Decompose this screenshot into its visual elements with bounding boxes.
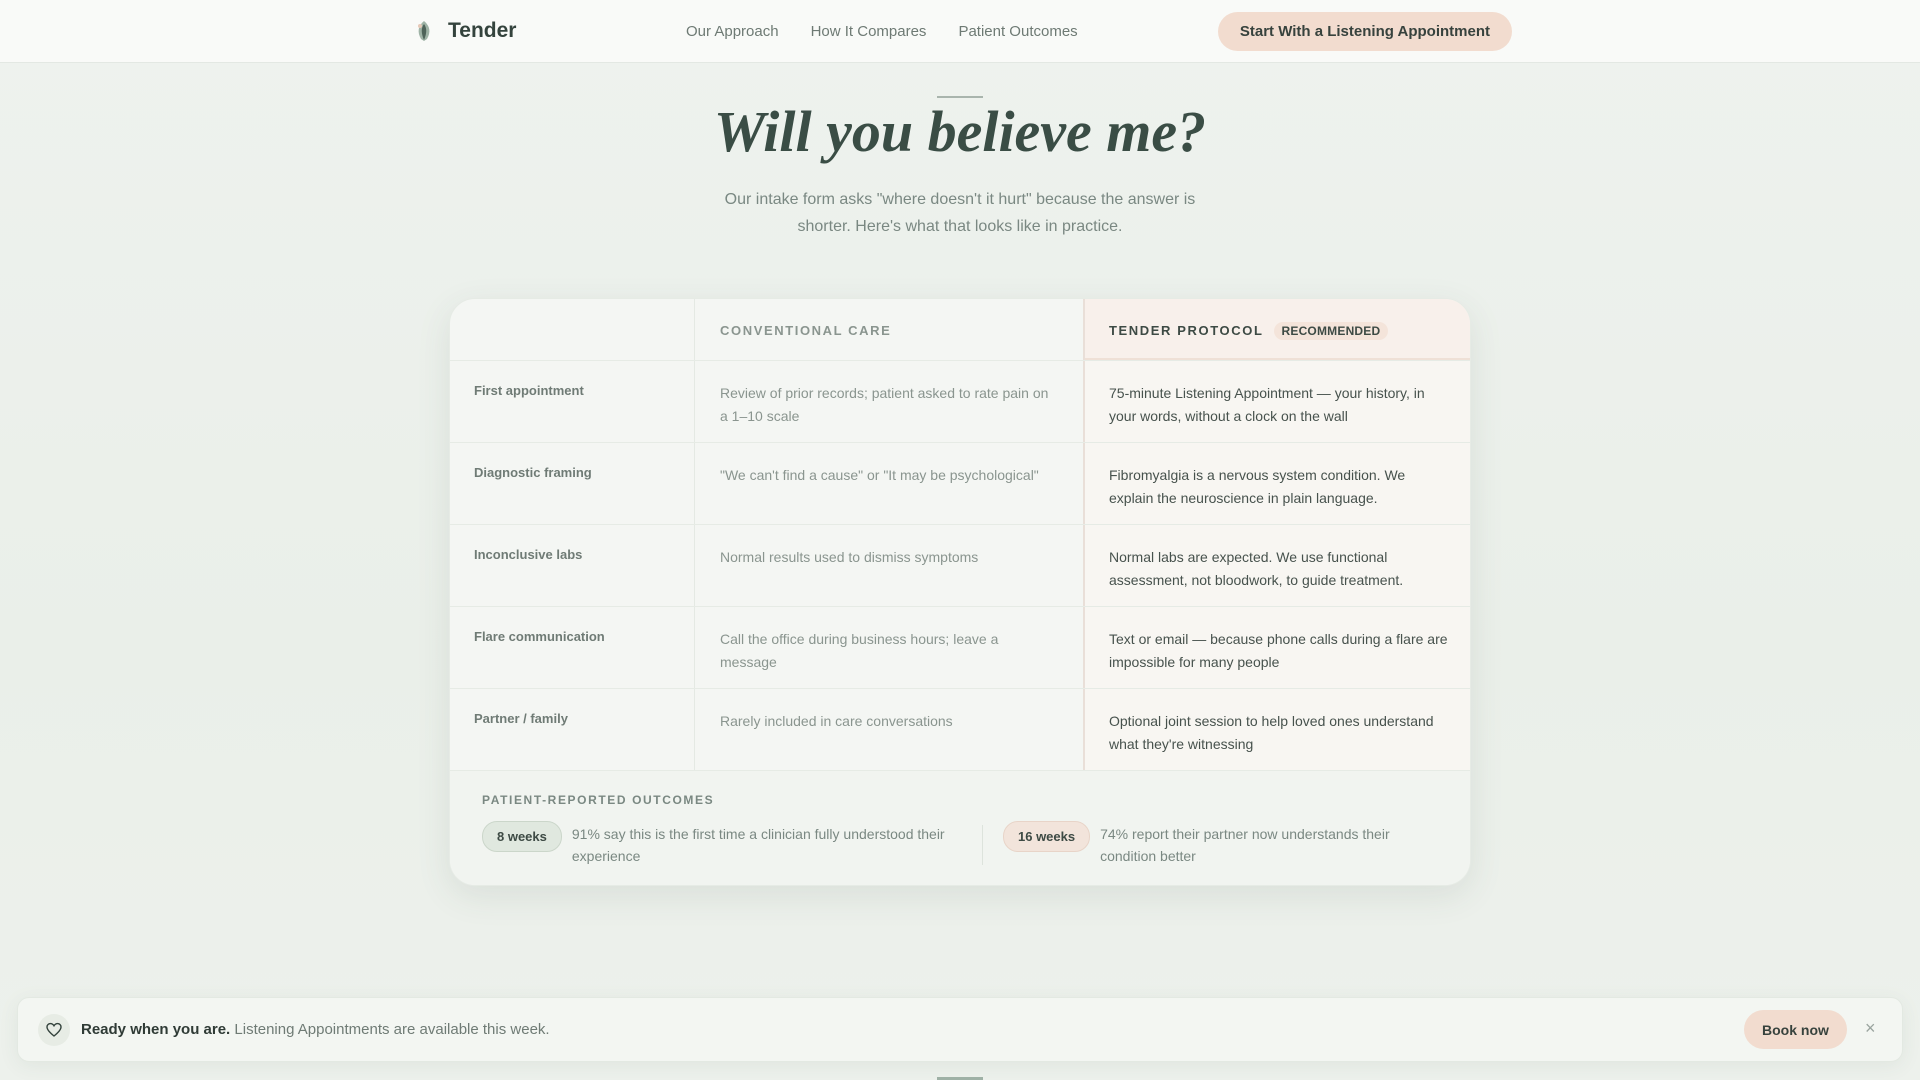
comparison-card: CONVENTIONAL CARE TENDER PROTOCOL RECOMM…: [449, 298, 1471, 886]
table-row: Inconclusive labs Normal results used to…: [450, 525, 1470, 607]
listening-appointment-button[interactable]: Start With a Listening Appointment: [1217, 12, 1512, 51]
conventional-cell: Normal results used to dismiss symptoms: [695, 525, 1085, 606]
conventional-cell: Rarely included in care conversations: [695, 689, 1085, 770]
book-now-button[interactable]: Book now: [1744, 1010, 1847, 1049]
tender-cell: Text or email — because phone calls duri…: [1085, 607, 1470, 688]
brand-name: Tender: [448, 19, 517, 42]
outcomes-label: PATIENT-REPORTED OUTCOMES: [482, 793, 715, 807]
hero-subtitle: Our intake form asks "where doesn't it h…: [724, 191, 1196, 235]
recommended-badge: RECOMMENDED: [1273, 322, 1389, 340]
hero-title: Will you believe me?: [713, 99, 1207, 164]
header-conventional-care: CONVENTIONAL CARE: [695, 299, 1085, 360]
booking-banner: Ready when you are. Listening Appointmen…: [17, 997, 1903, 1062]
conventional-cell: Review of prior records; patient asked t…: [695, 361, 1085, 442]
outcome-item: 16 weeks 74% report their partner now un…: [1003, 821, 1443, 867]
header-tender-protocol: TENDER PROTOCOL RECOMMENDED: [1085, 299, 1470, 360]
outcome-divider: [982, 825, 983, 865]
outcome-badge: 8 weeks: [482, 821, 562, 852]
header-tender-label: TENDER PROTOCOL: [1109, 323, 1264, 338]
nav-link-how-it-compares[interactable]: How It Compares: [811, 23, 927, 40]
outcome-text: 91% say this is the first time a clinici…: [571, 826, 945, 864]
leaf-logo-icon: [414, 20, 434, 42]
close-icon[interactable]: ×: [1865, 1018, 1876, 1039]
page: Tender Our Approach How It Compares Pati…: [0, 0, 1920, 1080]
table-row: Diagnostic framing "We can't find a caus…: [450, 443, 1470, 525]
table-row: First appointment Review of prior record…: [450, 361, 1470, 443]
tender-cell: 75-minute Listening Appointment — your h…: [1085, 361, 1470, 442]
tender-cell: Normal labs are expected. We use functio…: [1085, 525, 1470, 606]
outcome-text: 74% report their partner now understands…: [1100, 826, 1390, 864]
row-label: Partner / family: [450, 689, 695, 770]
brand[interactable]: Tender: [414, 19, 516, 43]
row-label: Inconclusive labs: [450, 525, 695, 606]
patient-outcomes: PATIENT-REPORTED OUTCOMES 8 weeks 91% sa…: [450, 771, 1470, 885]
row-label: First appointment: [450, 361, 695, 442]
table-row: Partner / family Rarely included in care…: [450, 689, 1470, 771]
banner-text: Listening Appointments are available thi…: [234, 1021, 550, 1038]
banner-bold: Ready when you are.: [81, 1021, 231, 1038]
outcome-badge: 16 weeks: [1003, 821, 1091, 852]
heart-icon: [38, 1014, 70, 1046]
row-label: Flare communication: [450, 607, 695, 688]
nav-links: Our Approach How It Compares Patient Out…: [686, 23, 1078, 40]
conventional-cell: "We can't find a cause" or "It may be ps…: [695, 443, 1085, 524]
outcome-item: 8 weeks 91% say this is the first time a…: [482, 821, 952, 867]
banner-message: Ready when you are. Listening Appointmen…: [81, 1021, 550, 1038]
nav-link-our-approach[interactable]: Our Approach: [686, 23, 779, 40]
table-row: Flare communication Call the office duri…: [450, 607, 1470, 689]
tender-cell: Fibromyalgia is a nervous system conditi…: [1085, 443, 1470, 524]
top-nav: Tender Our Approach How It Compares Pati…: [0, 0, 1920, 63]
row-label: Diagnostic framing: [450, 443, 695, 524]
tender-cell: Optional joint session to help loved one…: [1085, 689, 1470, 770]
conventional-cell: Call the office during business hours; l…: [695, 607, 1085, 688]
nav-link-patient-outcomes[interactable]: Patient Outcomes: [958, 23, 1077, 40]
table-header: CONVENTIONAL CARE TENDER PROTOCOL RECOMM…: [450, 299, 1470, 361]
comparison-table: CONVENTIONAL CARE TENDER PROTOCOL RECOMM…: [450, 299, 1470, 771]
header-spacer: [450, 299, 695, 360]
